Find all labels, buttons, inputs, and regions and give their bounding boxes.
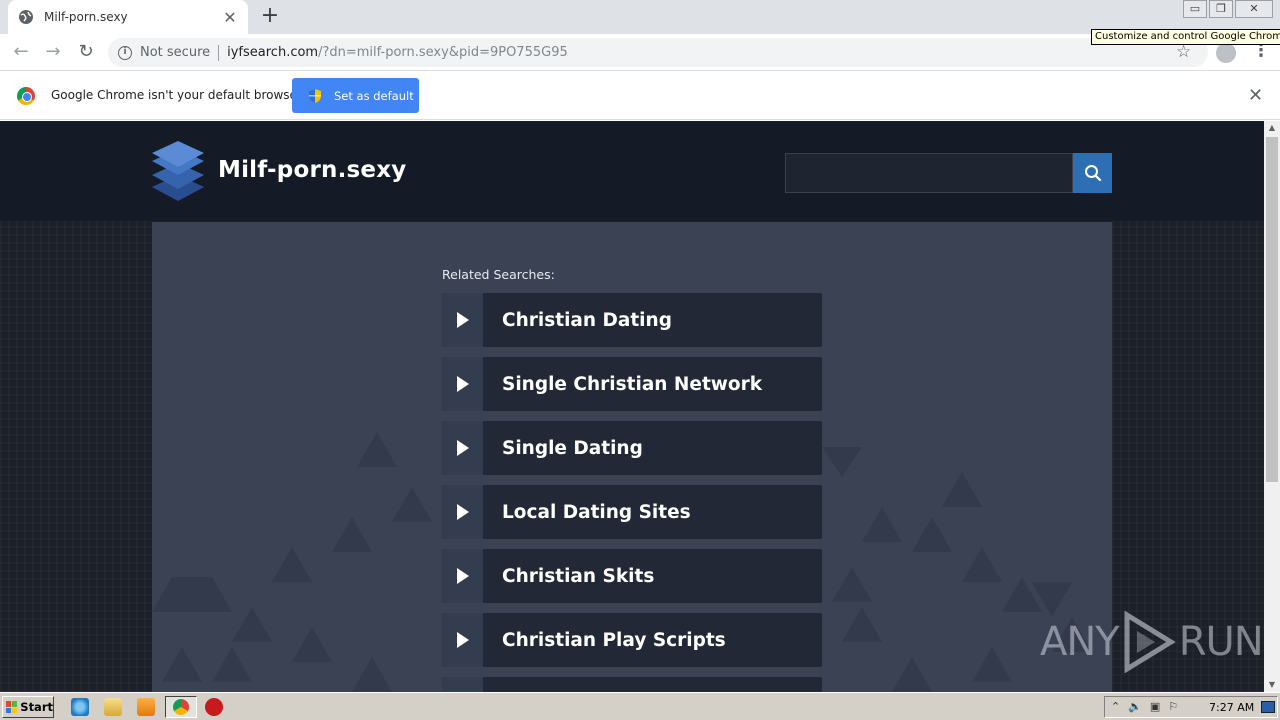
- new-tab-button[interactable]: +: [258, 5, 282, 28]
- url-path[interactable]: /?dn=milf-porn.sexy&pid=9PO755G95: [318, 45, 568, 60]
- scroll-thumb[interactable]: [1266, 137, 1278, 482]
- chrome-taskbar-icon: [173, 699, 189, 715]
- window-close-button[interactable]: ✕: [1235, 0, 1273, 18]
- browser-tab[interactable]: Milf-porn.sexy ✕: [8, 0, 248, 34]
- play-arrow-icon: [442, 357, 483, 411]
- site-search-button[interactable]: [1073, 153, 1112, 193]
- uac-shield-icon: [309, 88, 321, 103]
- profile-avatar-icon[interactable]: [1216, 43, 1236, 63]
- play-arrow-icon: [442, 485, 483, 539]
- infobar-close-icon[interactable]: ✕: [1248, 85, 1263, 106]
- file-explorer-icon[interactable]: [104, 698, 122, 716]
- related-search-label[interactable]: Single Dating: [502, 438, 643, 459]
- bookmark-star-icon[interactable]: ☆: [1176, 42, 1191, 62]
- play-arrow-icon: [442, 293, 483, 347]
- related-search-label[interactable]: Christian Play Scripts: [502, 630, 726, 651]
- reload-icon[interactable]: ↻: [74, 40, 98, 64]
- browser-toolbar: ← → ↻ i Not secure iyfsearch.com/?dn=mil…: [0, 34, 1280, 71]
- scroll-down-arrow-icon[interactable]: ▼: [1264, 678, 1280, 692]
- minimize-button[interactable]: ▭: [1183, 0, 1207, 18]
- start-button[interactable]: Start: [2, 696, 54, 718]
- omnibox-divider: [218, 44, 220, 61]
- security-label[interactable]: Not secure: [140, 45, 210, 60]
- set-default-label: Set as default: [334, 88, 414, 103]
- related-searches-label: Related Searches:: [442, 267, 555, 282]
- site-search-input[interactable]: [785, 153, 1073, 193]
- related-search-item[interactable]: Single Christian Network: [442, 357, 822, 411]
- results-panel: Related Searches: Christian Dating Singl…: [152, 222, 1112, 692]
- stacked-layers-logo-icon: [152, 141, 204, 201]
- taskbar-clock[interactable]: 7:27 AM: [1209, 701, 1254, 714]
- show-desktop-icon[interactable]: [1261, 701, 1275, 713]
- related-search-label[interactable]: Christian Skits: [502, 566, 654, 587]
- restore-button[interactable]: ❐: [1209, 0, 1233, 18]
- windows-taskbar: Start ⌃🔈▣⚐ 7:27 AM: [0, 692, 1280, 720]
- related-search-item[interactable]: Christian Play Scripts: [442, 613, 822, 667]
- play-triangle-logo-icon: [1124, 611, 1176, 673]
- play-arrow-icon: [442, 613, 483, 667]
- tray-icons[interactable]: ⌃🔈▣⚐: [1111, 700, 1186, 713]
- play-arrow-icon: [442, 549, 483, 603]
- back-arrow-icon[interactable]: ←: [9, 40, 33, 64]
- related-search-item[interactable]: Christian Skits: [442, 549, 822, 603]
- security-alert-icon[interactable]: [205, 698, 223, 716]
- forward-arrow-icon[interactable]: →: [41, 40, 65, 64]
- related-search-item[interactable]: Local Dating Sites: [442, 485, 822, 539]
- windows-logo-icon: [6, 701, 18, 713]
- default-browser-infobar: Google Chrome isn't your default browser…: [0, 72, 1280, 120]
- related-search-label[interactable]: Local Dating Sites: [502, 502, 691, 523]
- anyrun-watermark: ANY RUN: [1040, 611, 1264, 673]
- search-icon: [1085, 165, 1102, 182]
- site-title[interactable]: Milf-porn.sexy: [218, 157, 406, 183]
- related-search-item[interactable]: Single Dating: [442, 421, 822, 475]
- play-arrow-icon: [442, 421, 483, 475]
- page-viewport: Milf-porn.sexy Related Searches: Christi…: [0, 121, 1264, 692]
- related-search-label[interactable]: Christian Dating: [502, 310, 672, 331]
- watermark-left: ANY: [1040, 619, 1120, 665]
- menu-tooltip: Customize and control Google Chrome: [1091, 29, 1280, 45]
- globe-icon: [19, 10, 33, 24]
- address-bar[interactable]: i Not secure iyfsearch.com/?dn=milf-porn…: [108, 38, 1208, 67]
- taskbar-chrome-button[interactable]: [165, 696, 197, 718]
- chrome-logo-icon: [17, 87, 35, 105]
- infobar-message: Google Chrome isn't your default browser: [51, 88, 302, 102]
- page-scrollbar[interactable]: ▲ ▼: [1264, 121, 1280, 692]
- internet-explorer-icon[interactable]: [71, 698, 89, 716]
- media-player-icon[interactable]: [137, 698, 155, 716]
- related-search-item[interactable]: Christian Dating: [442, 293, 822, 347]
- url-host[interactable]: iyfsearch.com: [227, 45, 318, 60]
- play-arrow-icon: [442, 677, 483, 692]
- watermark-right: RUN: [1178, 619, 1264, 665]
- scroll-up-arrow-icon[interactable]: ▲: [1264, 121, 1280, 135]
- set-default-button[interactable]: Set as default: [292, 78, 419, 113]
- info-icon[interactable]: i: [118, 45, 132, 60]
- tab-close-icon[interactable]: ✕: [222, 8, 238, 27]
- start-label: Start: [20, 700, 53, 714]
- tab-strip: Milf-porn.sexy ✕ + ▭ ❐ ✕: [0, 0, 1280, 34]
- related-search-label[interactable]: Single Christian Network: [502, 374, 762, 395]
- related-search-item[interactable]: [442, 677, 822, 692]
- site-header: Milf-porn.sexy: [0, 121, 1264, 221]
- tab-title: Milf-porn.sexy: [44, 10, 128, 24]
- system-tray: ⌃🔈▣⚐ 7:27 AM: [1104, 696, 1278, 718]
